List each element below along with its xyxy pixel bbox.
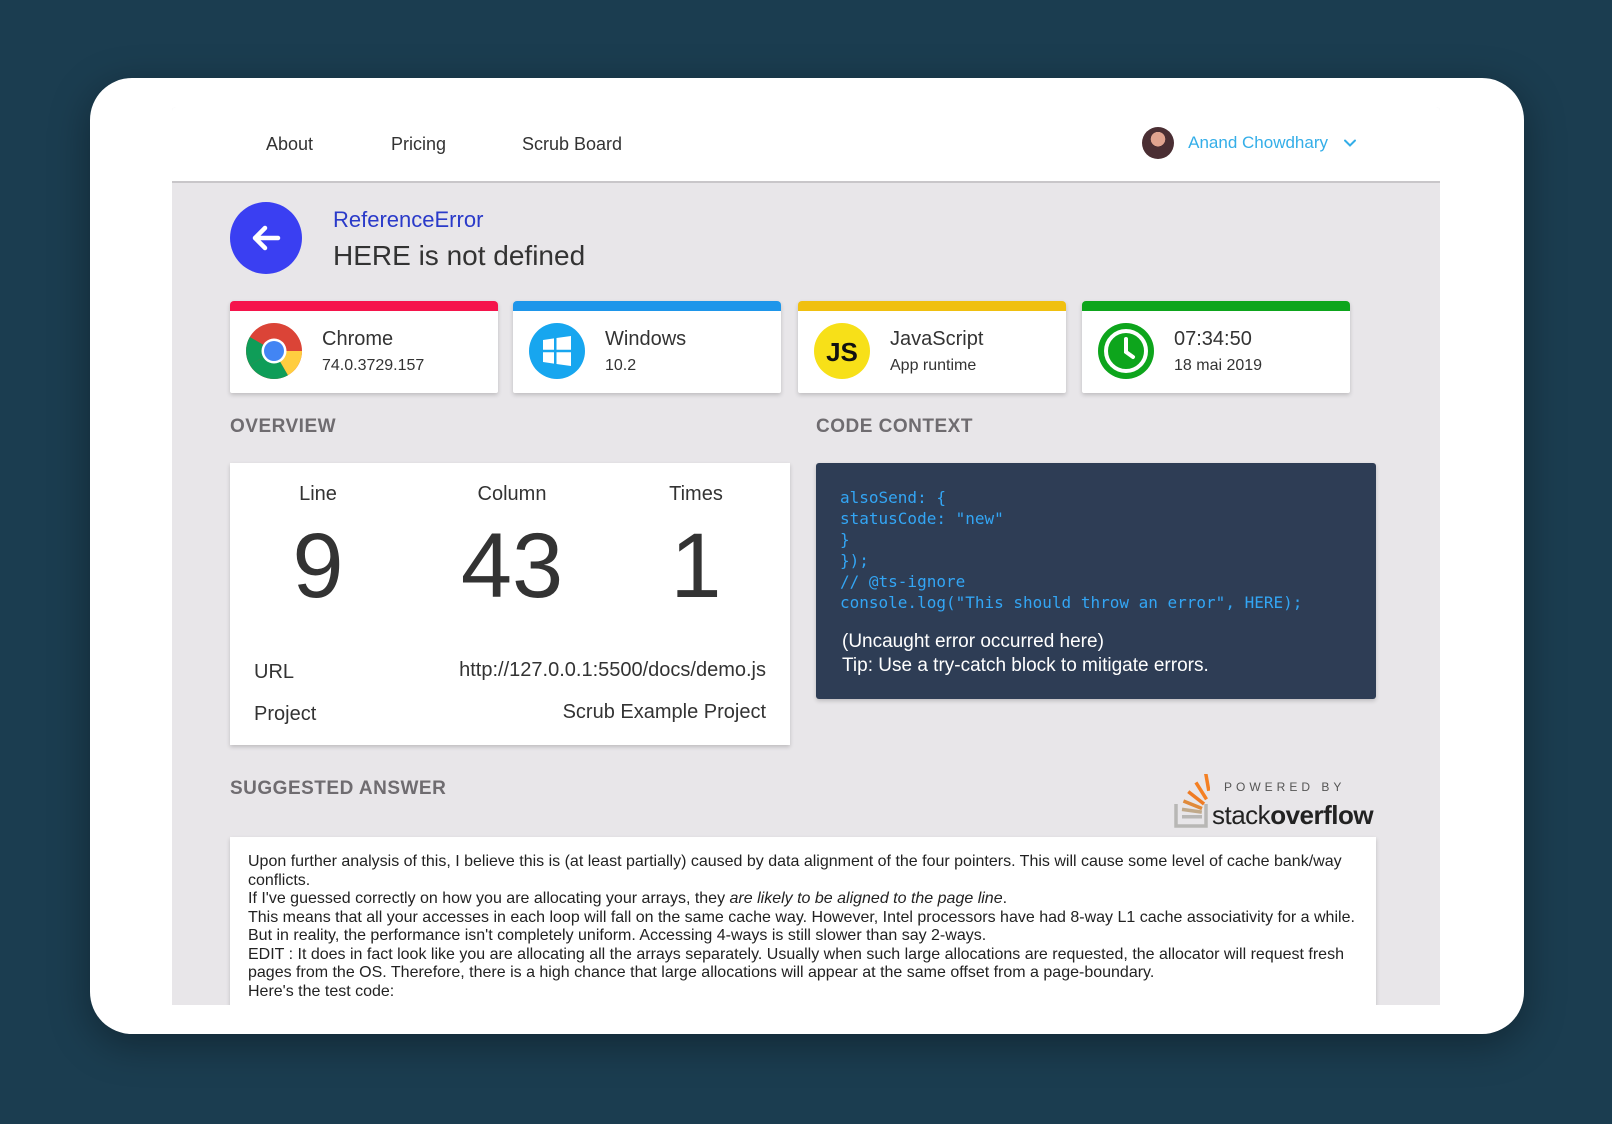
times-label: Times bbox=[669, 483, 723, 505]
browser-card: Chrome 74.0.3729.157 bbox=[230, 301, 498, 393]
url-value[interactable]: http://127.0.0.1:5500/docs/demo.js bbox=[459, 659, 766, 682]
answer-paragraph: If I've guessed correctly on how you are… bbox=[248, 890, 1008, 907]
suggested-answer-heading: SUGGESTED ANSWER bbox=[230, 778, 447, 799]
top-nav: About Pricing Scrub Board Anand Chowdhar… bbox=[172, 107, 1440, 183]
line-stat: Line 9 bbox=[238, 483, 398, 612]
nav-about[interactable]: About bbox=[266, 134, 313, 155]
chevron-down-icon bbox=[1344, 139, 1356, 147]
stackoverflow-badge[interactable]: POWERED BY stackoverflow bbox=[1174, 772, 1376, 832]
stackoverflow-icon bbox=[1174, 774, 1210, 828]
column-label: Column bbox=[477, 483, 547, 505]
card-title: JavaScript bbox=[890, 328, 984, 350]
url-label: URL bbox=[254, 661, 295, 683]
answer-paragraph: Here's the test code: bbox=[248, 982, 395, 1000]
error-message: HERE is not defined bbox=[333, 240, 586, 271]
suggested-answer-panel: Upon further analysis of this, I believe… bbox=[230, 837, 1376, 1005]
code-snippet: alsoSend: { statusCode: "new" } }); // @… bbox=[840, 488, 1303, 612]
back-button[interactable] bbox=[230, 202, 302, 274]
avatar bbox=[1142, 127, 1175, 159]
nav-pricing[interactable]: Pricing bbox=[391, 134, 446, 155]
card-subtitle: 74.0.3729.157 bbox=[322, 357, 425, 374]
app-screen: About Pricing Scrub Board Anand Chowdhar… bbox=[172, 107, 1440, 1005]
arrow-left-icon bbox=[252, 225, 281, 251]
clock-icon bbox=[1098, 323, 1154, 379]
times-value: 1 bbox=[670, 515, 722, 617]
user-name: Anand Chowdhary bbox=[1188, 133, 1328, 152]
answer-paragraph: EDIT : It does in fact look like you are… bbox=[248, 945, 1344, 982]
card-title: 07:34:50 bbox=[1174, 328, 1252, 350]
windows-icon bbox=[529, 323, 585, 379]
stackoverflow-wordmark: stackoverflow bbox=[1212, 800, 1374, 830]
card-title: Windows bbox=[605, 328, 687, 350]
column-value: 43 bbox=[460, 515, 564, 617]
user-menu[interactable]: Anand Chowdhary bbox=[1142, 125, 1358, 161]
overview-heading: OVERVIEW bbox=[230, 416, 337, 437]
card-title: Chrome bbox=[322, 328, 394, 350]
overview-panel: Line 9 Column 43 Times 1 URL http://127.… bbox=[230, 463, 790, 745]
card-subtitle: App runtime bbox=[890, 357, 977, 374]
nav-scrub-board[interactable]: Scrub Board bbox=[522, 134, 622, 155]
card-subtitle: 10.2 bbox=[605, 357, 637, 374]
error-type: ReferenceError bbox=[333, 207, 484, 232]
code-context-heading: CODE CONTEXT bbox=[816, 416, 973, 437]
card-subtitle: 18 mai 2019 bbox=[1174, 357, 1263, 374]
column-stat: Column 43 bbox=[432, 483, 592, 612]
powered-by-label: POWERED BY bbox=[1224, 780, 1346, 794]
answer-paragraph: This means that all your accesses in eac… bbox=[248, 908, 1355, 945]
runtime-card: JS JavaScript App runtime bbox=[798, 301, 1066, 393]
code-tip: Tip: Use a try-catch block to mitigate e… bbox=[842, 655, 1209, 676]
times-stat: Times 1 bbox=[616, 483, 776, 612]
svg-text:JS: JS bbox=[826, 337, 858, 367]
line-value: 9 bbox=[292, 515, 344, 617]
line-label: Line bbox=[299, 483, 337, 505]
javascript-icon: JS bbox=[814, 323, 870, 379]
os-card: Windows 10.2 bbox=[513, 301, 781, 393]
project-value: Scrub Example Project bbox=[562, 701, 766, 723]
chrome-icon bbox=[246, 323, 302, 379]
project-label: Project bbox=[254, 703, 317, 725]
answer-paragraph: Upon further analysis of this, I believe… bbox=[248, 853, 1342, 889]
code-context-panel: alsoSend: { statusCode: "new" } }); // @… bbox=[816, 463, 1376, 699]
time-card: 07:34:50 18 mai 2019 bbox=[1082, 301, 1350, 393]
code-error-note: (Uncaught error occurred here) bbox=[842, 631, 1104, 652]
